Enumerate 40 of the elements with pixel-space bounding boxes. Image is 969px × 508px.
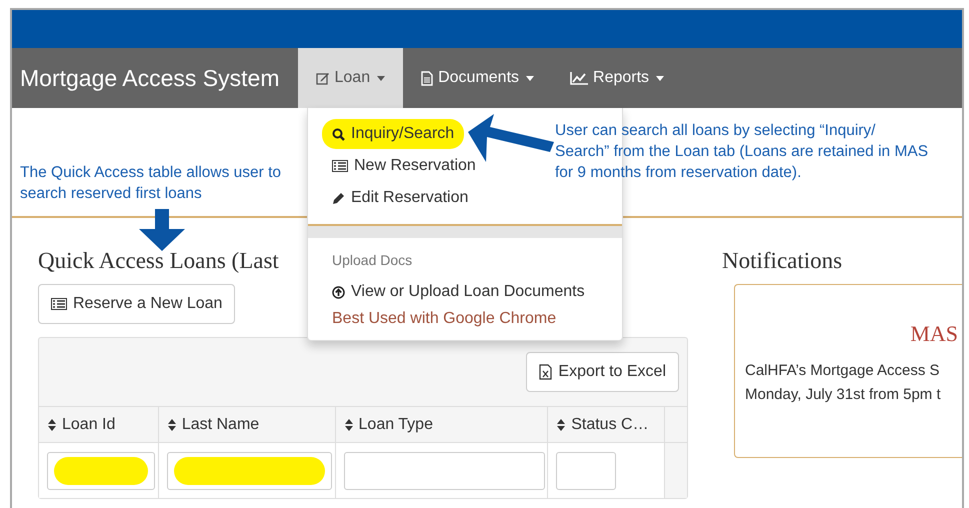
- sort-icon: [557, 418, 566, 430]
- caret-icon: [377, 76, 386, 80]
- menu-item[interactable]: View or Upload Loan Documents: [322, 277, 595, 307]
- notification-text: Monday, July 31st from 5pm t: [745, 385, 942, 405]
- reserve-loan-button[interactable]: Reserve a New Loan: [38, 284, 236, 324]
- menu-item[interactable]: New Reservation: [322, 151, 486, 181]
- list-icon: [332, 160, 348, 172]
- nav-tab[interactable]: Loan: [298, 48, 404, 108]
- filter-field[interactable]: [166, 452, 332, 490]
- menu-item[interactable]: Inquiry/Search: [322, 119, 464, 149]
- caret-icon: [656, 76, 664, 80]
- annotation-text: The Quick Access table allows user to search reserved first loans: [20, 163, 282, 204]
- section-title: Quick Access Loans (Last: [38, 248, 279, 274]
- caret-icon: [526, 76, 534, 80]
- export-excel-button[interactable]: Export to Excel: [526, 352, 679, 392]
- annotation-text: User can search all loans by selecting “Inquiry/ Search” from the Loan tab (Loans are retained in MAS for 9 months from reservation date).: [555, 121, 930, 183]
- nav-tab[interactable]: Documents: [403, 48, 552, 108]
- edit-icon: [316, 72, 330, 84]
- browser-note: Best Used with Google Chrome: [331, 309, 558, 328]
- pencil-icon: [332, 192, 345, 204]
- upload-icon: [332, 286, 345, 298]
- filter-field[interactable]: [344, 452, 545, 490]
- search-icon: [332, 128, 345, 140]
- line-chart-icon: [570, 72, 588, 84]
- sort-icon: [48, 418, 56, 430]
- menu-section-header: Upload Docs: [331, 251, 414, 270]
- menu-item[interactable]: Edit Reservation: [322, 183, 478, 213]
- list-icon: [51, 298, 67, 310]
- app-title: Mortgage Access System: [19, 64, 280, 93]
- down-arrow: [139, 209, 185, 251]
- nav-tab[interactable]: Reports: [552, 48, 682, 108]
- filter-field[interactable]: [556, 452, 616, 490]
- excel-file-icon: [539, 364, 552, 380]
- filter-field[interactable]: [47, 452, 155, 490]
- sort-icon: [344, 418, 353, 430]
- card-title: MAS: [909, 321, 959, 347]
- sort-icon: [168, 418, 176, 430]
- notification-text: CalHFA’s Mortgage Access S: [745, 361, 941, 381]
- section-title: Notifications: [722, 248, 842, 274]
- document-icon: [421, 70, 434, 86]
